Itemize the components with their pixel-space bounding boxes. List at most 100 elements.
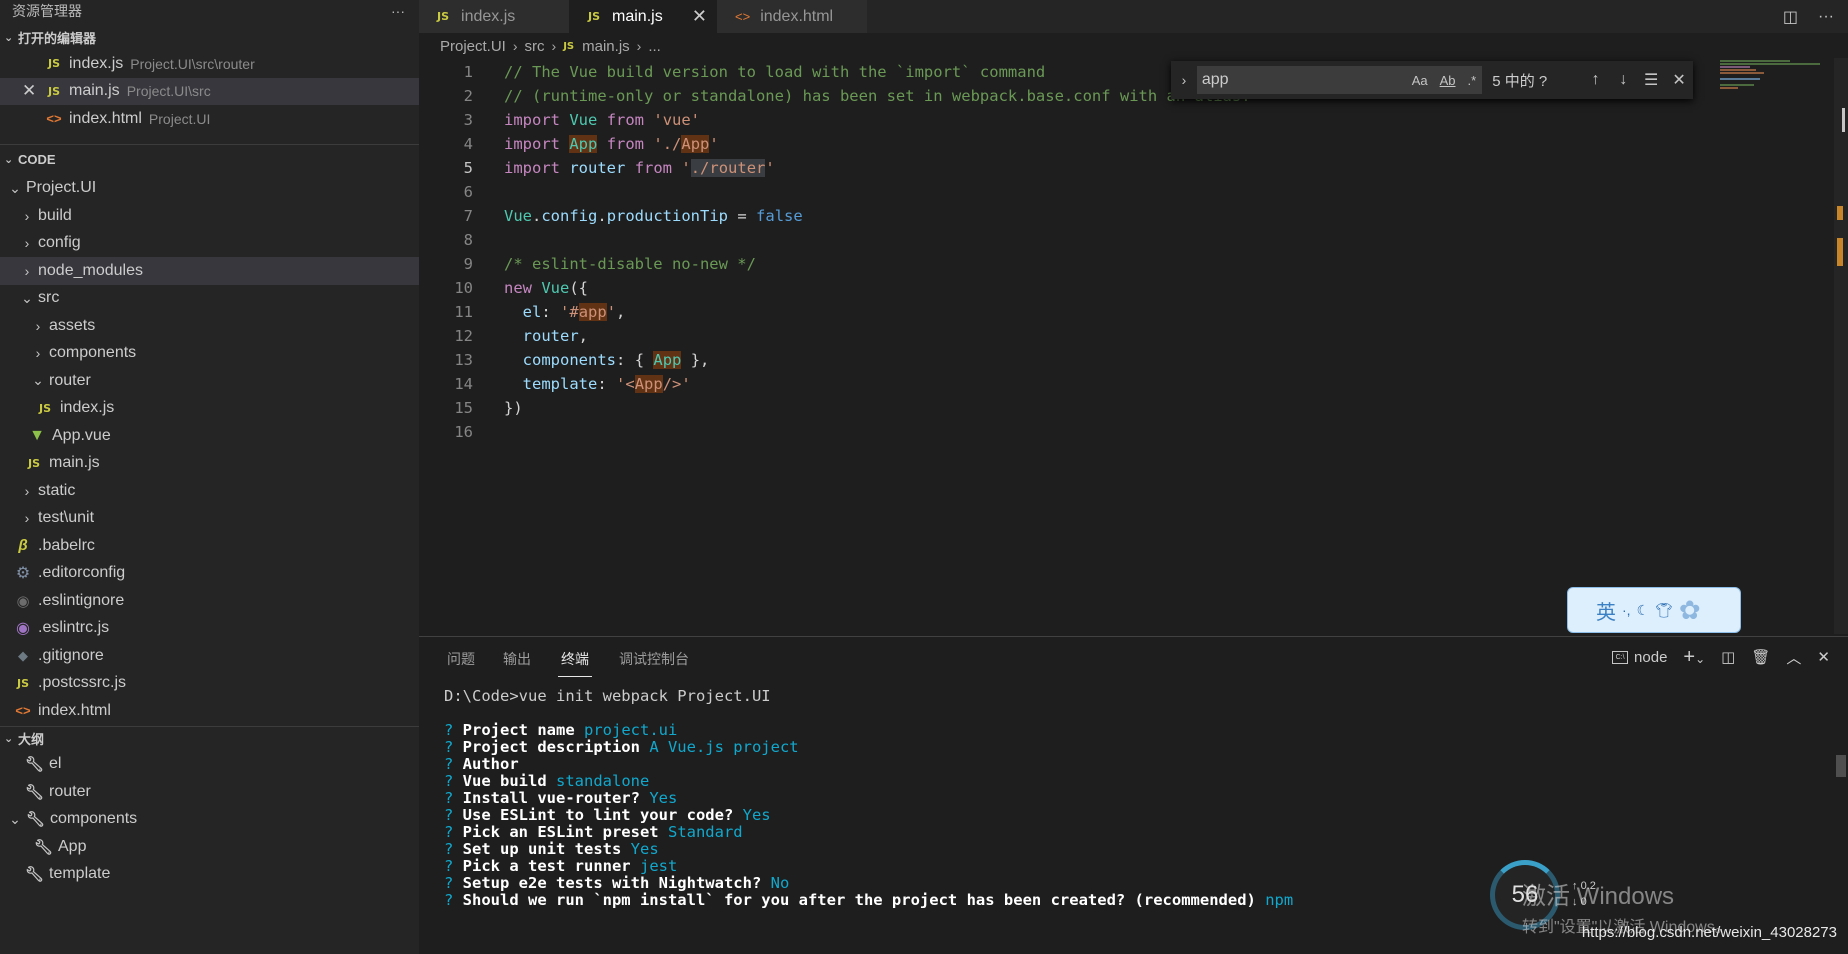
line-number: 6 <box>463 183 473 201</box>
html-file-icon: <> <box>46 111 62 127</box>
folder-project-ui[interactable]: ⌄ Project.UI <box>0 175 419 203</box>
code-text: import Vue from 'vue' <box>504 111 701 129</box>
file-main-js[interactable]: JS main.js <box>0 450 419 478</box>
outline-item-router[interactable]: 🔧︎ router <box>0 778 419 806</box>
scroll-thumb[interactable] <box>1836 755 1846 777</box>
close-icon[interactable]: ✕ <box>1665 70 1693 90</box>
close-icon[interactable]: ✕ <box>22 81 36 101</box>
editor-scrollbar[interactable] <box>1834 58 1848 634</box>
chevron-right-icon[interactable]: › <box>1171 72 1197 88</box>
file-editorconfig[interactable]: ⚙ .editorconfig <box>0 560 419 588</box>
open-editor-item[interactable]: JS index.js Project.UI\src\router <box>0 50 419 78</box>
chevron-right-icon: › <box>35 345 41 362</box>
file-app-vue[interactable]: ▼ App.vue <box>0 422 419 450</box>
folder-node-modules[interactable]: › node_modules <box>0 257 419 285</box>
source-watermark: https://blog.csdn.net/weixin_43028273 <box>1581 924 1837 941</box>
add-terminal-icon[interactable]: +⌄ <box>1683 646 1705 669</box>
ime-punctuation-icon[interactable]: ·, <box>1622 602 1631 618</box>
outline-item-el[interactable]: 🔧︎ el <box>0 751 419 779</box>
find-options: Aa Ab .* <box>1412 73 1476 88</box>
outline-item-components[interactable]: ⌄ 🔧︎ components <box>0 806 419 834</box>
close-icon[interactable]: ✕ <box>1817 648 1830 666</box>
terminal-selector[interactable]: C:\ node <box>1612 649 1667 666</box>
file-eslintrc[interactable]: ◉ .eslintrc.js <box>0 615 419 643</box>
outline-item-app[interactable]: 🔧︎ App <box>0 833 419 861</box>
breadcrumb: Project.UI › src › JS main.js › ... <box>440 35 661 57</box>
code-text: new Vue({ <box>504 279 589 297</box>
arrow-down-icon[interactable]: ↓ <box>1609 71 1637 89</box>
trash-icon[interactable]: 🗑︎ <box>1751 648 1770 666</box>
code-editor[interactable]: 1 // The Vue build version to load with … <box>419 58 1848 634</box>
find-in-selection-icon[interactable]: ☰ <box>1637 70 1665 90</box>
maximize-panel-icon[interactable]: ︿ <box>1786 647 1801 668</box>
regex-icon[interactable]: .* <box>1468 73 1477 88</box>
more-actions-icon[interactable]: ··· <box>1818 8 1834 26</box>
close-icon[interactable]: ✕ <box>692 6 707 27</box>
line-number: 15 <box>454 399 473 417</box>
folder-assets[interactable]: › assets <box>0 312 419 340</box>
breadcrumb-item[interactable]: src <box>525 38 545 55</box>
moon-icon[interactable]: ☾ <box>1637 602 1650 619</box>
tab-index-html[interactable]: <> index.html <box>717 0 867 33</box>
outline-item-template[interactable]: 🔧︎ template <box>0 861 419 889</box>
ime-toolbar[interactable]: 英 ·, ☾ 👕︎ ✿ <box>1567 587 1741 633</box>
split-terminal-icon[interactable]: ◫ <box>1721 648 1735 666</box>
tab-index-js[interactable]: JS index.js <box>419 0 569 33</box>
eslint-file-icon: ◉ <box>16 620 30 638</box>
file-gitignore[interactable]: ◆ .gitignore <box>0 642 419 670</box>
folder-static[interactable]: › static <box>0 477 419 505</box>
minimap[interactable] <box>1720 58 1830 98</box>
open-editor-item[interactable]: <> index.html Project.UI <box>0 105 419 133</box>
match-case-icon[interactable]: Aa <box>1412 73 1428 88</box>
tab-problems[interactable]: 问题 <box>447 649 475 669</box>
file-label: index.html <box>38 701 111 719</box>
file-label: .eslintignore <box>38 591 125 609</box>
breadcrumb-item[interactable]: Project.UI <box>440 38 506 55</box>
workspace-header[interactable]: ⌄ CODE <box>0 148 419 172</box>
tab-output[interactable]: 输出 <box>503 649 531 669</box>
breadcrumb-item[interactable]: ... <box>648 38 661 55</box>
file-label: index.js <box>60 399 115 417</box>
file-babelrc[interactable]: β .babelrc <box>0 532 419 560</box>
js-file-icon: JS <box>27 456 40 470</box>
outline-header[interactable]: ⌄ 大纲 <box>0 727 419 751</box>
tab-terminal[interactable]: 终端 <box>561 649 589 669</box>
tab-debug-console[interactable]: 调试控制台 <box>619 649 689 669</box>
skin-icon[interactable]: 👕︎ <box>1655 602 1673 619</box>
folder-test-unit[interactable]: › test\unit <box>0 505 419 533</box>
chevron-right-icon: › <box>24 262 30 279</box>
match-whole-word-icon[interactable]: Ab <box>1440 73 1456 88</box>
code-text: // The Vue build version to load with th… <box>504 63 1046 81</box>
folder-src[interactable]: ⌄ src <box>0 285 419 313</box>
folder-config[interactable]: › config <box>0 230 419 258</box>
folder-build[interactable]: › build <box>0 202 419 230</box>
split-editor-icon[interactable]: ◫ <box>1783 7 1798 27</box>
ime-language-label[interactable]: 英 <box>1596 596 1616 625</box>
open-editors-header[interactable]: ⌄ 打开的编辑器 <box>0 24 419 50</box>
open-editor-item-active[interactable]: ✕ JS main.js Project.UI\src <box>0 77 419 105</box>
folder-router[interactable]: ⌄ router <box>0 367 419 395</box>
file-eslintignore[interactable]: ◉ .eslintignore <box>0 587 419 615</box>
file-postcssrc[interactable]: JS .postcssrc.js <box>0 670 419 698</box>
terminal-scrollbar[interactable] <box>1834 697 1848 954</box>
code-text: /* eslint-disable no-new */ <box>504 255 756 273</box>
find-widget: › app Aa Ab .* 5 中的 ? ↑ ↓ ☰ ✕ <box>1171 61 1693 99</box>
babel-file-icon: β <box>18 537 28 555</box>
folder-label: Project.UI <box>26 179 97 197</box>
find-input[interactable]: app Aa Ab .* <box>1196 66 1483 94</box>
terminal-name: node <box>1634 648 1668 666</box>
more-actions-icon[interactable]: ··· <box>391 3 405 19</box>
file-index-html[interactable]: <> index.html <box>0 697 419 725</box>
file-label: .babelrc <box>38 536 95 554</box>
outline-title: 大纲 <box>18 732 45 747</box>
scrollbar-cursor-mark <box>1842 108 1845 132</box>
folder-components[interactable]: › components <box>0 340 419 368</box>
breadcrumb-item[interactable]: main.js <box>582 38 630 55</box>
folder-label: assets <box>49 316 96 334</box>
tab-main-js[interactable]: JS main.js ✕ <box>569 0 717 33</box>
file-router-index-js[interactable]: JS index.js <box>0 395 419 423</box>
prompt-answer: npm <box>1265 891 1294 909</box>
arrow-up-icon[interactable]: ↑ <box>1582 71 1610 89</box>
explorer-title-bar: 资源管理器 ··· <box>0 0 419 22</box>
open-editor-path: Project.UI\src\router <box>130 55 255 72</box>
